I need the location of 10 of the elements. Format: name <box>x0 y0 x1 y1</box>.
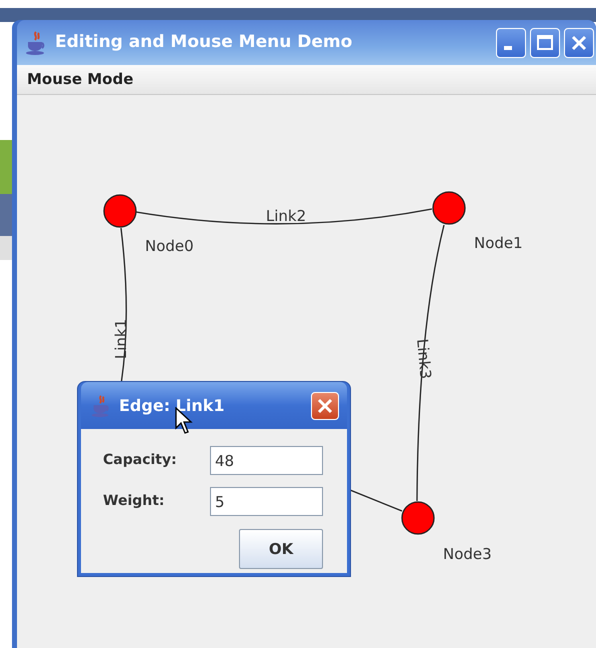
field-label: Capacity: <box>103 451 178 470</box>
dialog-title: Edge: Link1 <box>119 394 224 416</box>
field-label: Weight: <box>103 492 166 511</box>
window-title: Editing and Mouse Menu Demo <box>55 30 352 54</box>
node-label: Node1 <box>474 234 523 252</box>
edge-label: Link3 <box>413 338 435 380</box>
node-label: Node0 <box>145 237 194 256</box>
edge-label: Link2 <box>266 207 306 226</box>
edge-label: Link1 <box>112 318 130 360</box>
node-label: Node3 <box>443 545 492 564</box>
